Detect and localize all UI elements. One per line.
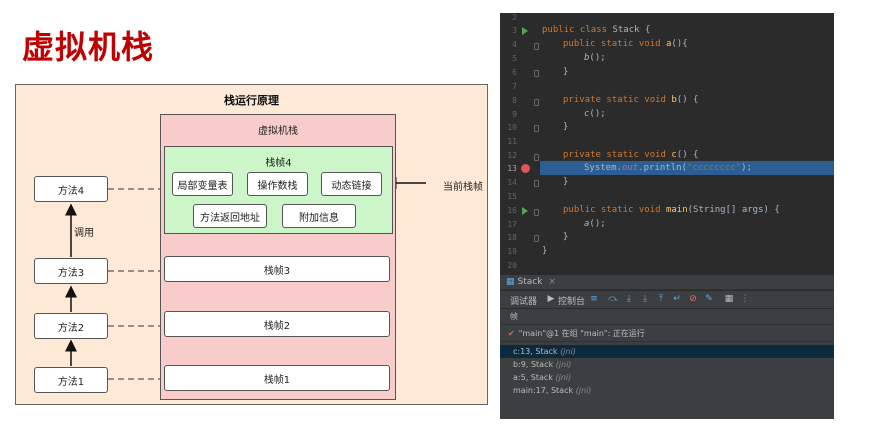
method-1-box: 方法1 bbox=[34, 367, 108, 393]
code-line: } bbox=[563, 67, 569, 77]
line-number: 17 bbox=[507, 220, 517, 229]
code-line: public static void a(){ bbox=[563, 39, 688, 49]
method-2-box: 方法2 bbox=[34, 313, 108, 339]
frames-header: 帧 bbox=[500, 309, 834, 325]
code-line: private static void b() { bbox=[563, 95, 699, 105]
stack-frame-4-title: 栈帧4 bbox=[265, 158, 292, 169]
close-icon[interactable]: × bbox=[548, 277, 556, 287]
code-line: } bbox=[563, 122, 569, 132]
breakpoint-icon[interactable] bbox=[521, 164, 530, 173]
run-icon[interactable] bbox=[522, 207, 528, 215]
force-step-into-icon[interactable]: ⤓ bbox=[640, 294, 650, 304]
line-number: 18 bbox=[507, 233, 517, 242]
fold-icon[interactable] bbox=[534, 43, 539, 50]
check-icon: ✔ bbox=[508, 329, 515, 338]
frame-row[interactable]: main:17, Stack (jni) bbox=[500, 384, 834, 397]
extra-info-box: 附加信息 bbox=[282, 204, 356, 228]
step-out-icon[interactable]: ⤒ bbox=[656, 294, 666, 304]
stack-frame-4: 栈帧4 局部变量表 操作数栈 动态链接 方法返回地址 附加信息 bbox=[164, 146, 393, 234]
method-3-box: 方法3 bbox=[34, 258, 108, 284]
line-number: 7 bbox=[512, 82, 517, 91]
step-over-icon[interactable]: ⤼ bbox=[608, 294, 618, 304]
evaluate-icon[interactable]: ✎ bbox=[704, 294, 714, 304]
console-icon: ▶ bbox=[547, 294, 555, 304]
stack-frame-1: 栈帧1 bbox=[164, 365, 390, 391]
line-number: 4 bbox=[512, 40, 517, 49]
line-number: 14 bbox=[507, 178, 517, 187]
fold-icon[interactable] bbox=[534, 70, 539, 77]
operand-stack-box: 操作数栈 bbox=[247, 172, 308, 196]
grid-icon[interactable]: ▦ bbox=[724, 294, 734, 304]
frame-row[interactable]: a:5, Stack (jni) bbox=[500, 371, 834, 384]
line-number: 10 bbox=[507, 123, 517, 132]
line-number: 8 bbox=[512, 96, 517, 105]
line-number: 5 bbox=[512, 54, 517, 63]
line-number: 9 bbox=[512, 110, 517, 119]
jvm-stack-label: 虚拟机栈 bbox=[258, 126, 298, 137]
run-to-cursor-icon[interactable]: ⊘ bbox=[688, 294, 698, 304]
stack-diagram: 栈运行原理 方法4 方法3 方法2 方法1 调用 当前栈帧 虚拟机栈 栈帧4 局… bbox=[15, 84, 488, 405]
tab-console[interactable]: 控制台 bbox=[558, 294, 585, 307]
fold-icon[interactable] bbox=[534, 180, 539, 187]
code-line: private static void c() { bbox=[563, 150, 699, 160]
line-number: 12 bbox=[507, 151, 517, 160]
frame-row[interactable]: b:9, Stack (jni) bbox=[500, 358, 834, 371]
line-number: 19 bbox=[507, 247, 517, 256]
code-line: } bbox=[542, 246, 548, 256]
debug-session-tab[interactable]: ▦ Stack × bbox=[506, 277, 556, 287]
debug-session-label: Stack bbox=[517, 277, 543, 287]
return-address-box: 方法返回地址 bbox=[193, 204, 267, 228]
code-line: } bbox=[563, 232, 569, 242]
code-line: public static void main(String[] args) { bbox=[563, 205, 780, 215]
line-number: 2 bbox=[512, 13, 517, 22]
call-label: 调用 bbox=[74, 228, 94, 239]
debug-toolbar: 调试器 ▶ 控制台 ≡ ⤼ ⤓ ⤓ ⤒ ↵ ⊘ ✎ ▦ ⋮ bbox=[500, 291, 834, 311]
line-number: 20 bbox=[507, 261, 517, 270]
page-title: 虚拟机栈 bbox=[22, 28, 155, 66]
code-line: a(); bbox=[584, 219, 606, 229]
debug-session-icon: ▦ bbox=[506, 277, 515, 287]
code-editor[interactable]: 2 3 4 5 6 7 8 9 10 11 12 13 14 15 16 17 … bbox=[500, 13, 834, 271]
frames-list: c:13, Stack (jni) b:9, Stack (jni) a:5, … bbox=[500, 342, 834, 419]
jvm-stack: 虚拟机栈 栈帧4 局部变量表 操作数栈 动态链接 方法返回地址 附加信息 栈帧3… bbox=[160, 114, 396, 400]
run-icon[interactable] bbox=[522, 27, 528, 35]
code-line: System.out.println("cccccccc"); bbox=[584, 163, 753, 173]
thread-label: "main"@1 在组 "main": 正在运行 bbox=[518, 329, 645, 338]
dynamic-linking-box: 动态链接 bbox=[321, 172, 382, 196]
debug-tab-bar: ▦ Stack × bbox=[500, 275, 834, 290]
current-frame-label: 当前栈帧 bbox=[443, 182, 483, 193]
thread-selector[interactable]: ✔ "main"@1 在组 "main": 正在运行 bbox=[500, 325, 834, 342]
fold-icon[interactable] bbox=[534, 209, 539, 216]
line-number: 15 bbox=[507, 192, 517, 201]
menu-icon[interactable]: ≡ bbox=[589, 294, 599, 304]
frame-row[interactable]: c:13, Stack (jni) bbox=[500, 345, 834, 358]
stack-frame-3: 栈帧3 bbox=[164, 256, 390, 282]
code-line: c(); bbox=[584, 109, 606, 119]
method-4-box: 方法4 bbox=[34, 176, 108, 202]
stack-frame-2: 栈帧2 bbox=[164, 311, 390, 337]
line-number: 6 bbox=[512, 68, 517, 77]
line-number: 3 bbox=[512, 26, 517, 35]
fold-icon[interactable] bbox=[534, 99, 539, 106]
code-line: b(); bbox=[584, 53, 606, 63]
drop-frame-icon[interactable]: ↵ bbox=[672, 294, 682, 304]
fold-icon[interactable] bbox=[534, 154, 539, 161]
line-number: 11 bbox=[507, 137, 517, 146]
code-line: public class Stack { bbox=[542, 25, 651, 35]
more-icon[interactable]: ⋮ bbox=[740, 294, 750, 304]
local-variables-box: 局部变量表 bbox=[172, 172, 233, 196]
code-line: } bbox=[563, 177, 569, 187]
fold-icon[interactable] bbox=[534, 235, 539, 242]
fold-icon[interactable] bbox=[534, 125, 539, 132]
step-into-icon[interactable]: ⤓ bbox=[624, 294, 634, 304]
ide-window: 2 3 4 5 6 7 8 9 10 11 12 13 14 15 16 17 … bbox=[500, 13, 834, 419]
line-number: 16 bbox=[507, 206, 517, 215]
line-number: 13 bbox=[507, 164, 517, 173]
